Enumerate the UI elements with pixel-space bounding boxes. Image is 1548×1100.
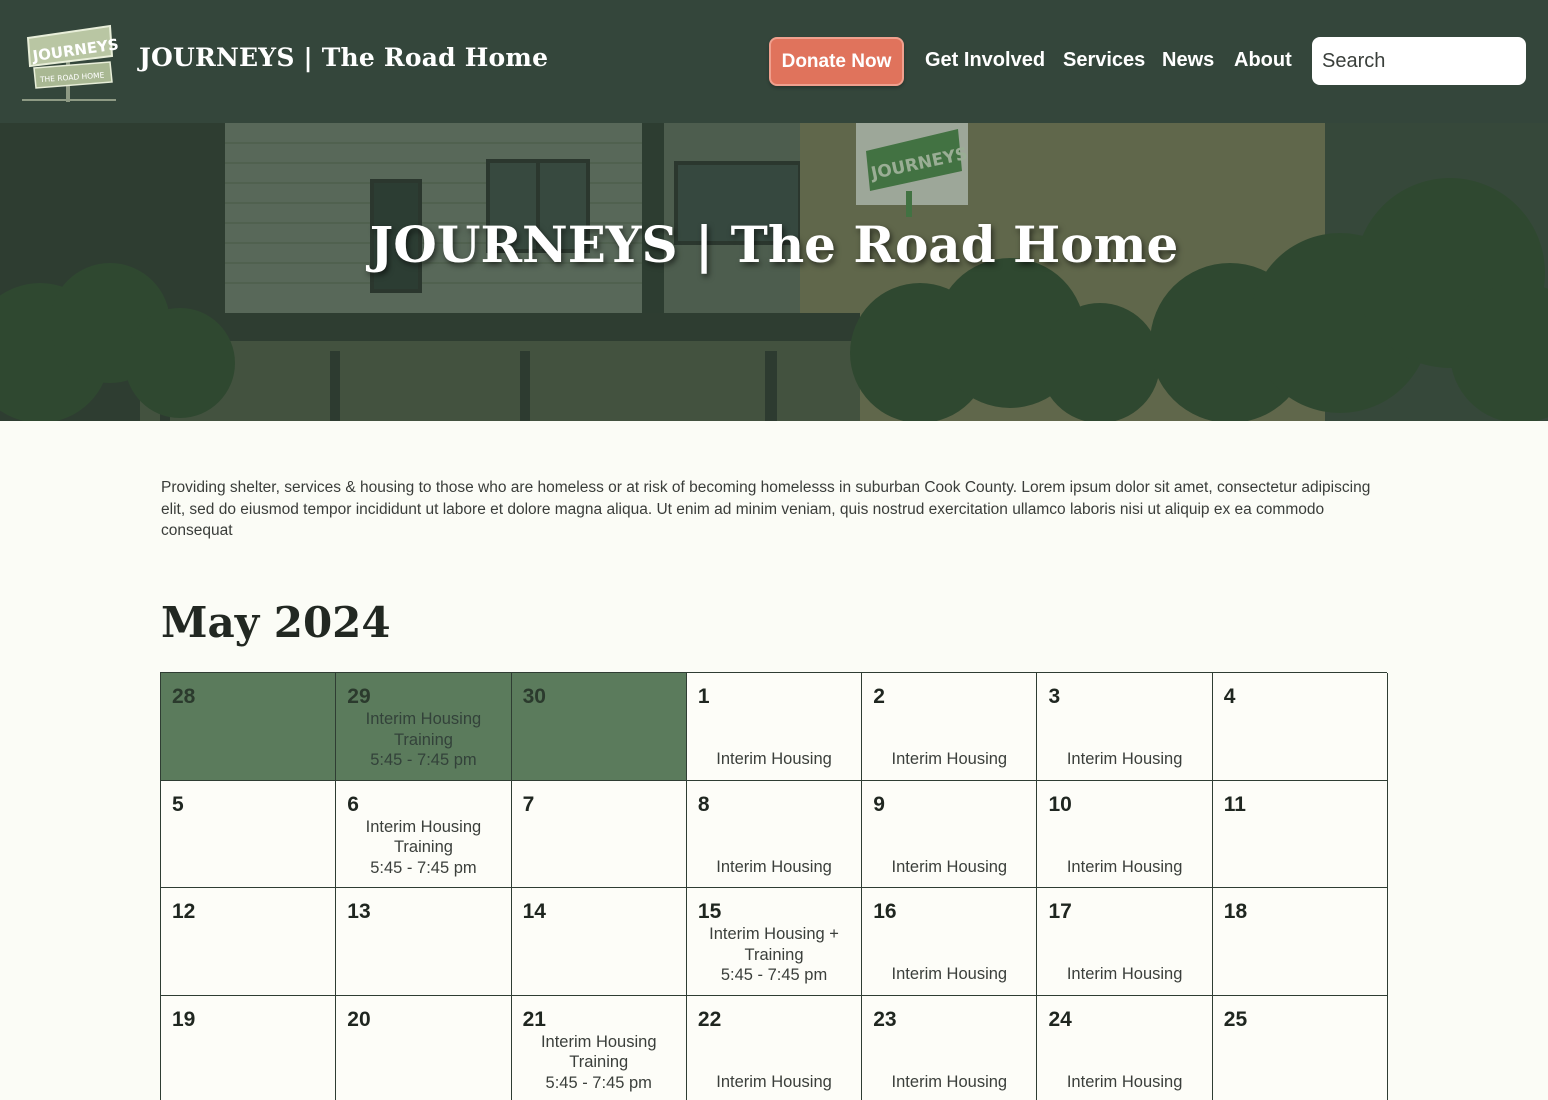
day-number: 22 xyxy=(697,1007,722,1031)
day-number: 28 xyxy=(172,685,196,708)
calendar-day-cell[interactable]: 28 xyxy=(161,673,337,781)
day-number: 17 xyxy=(1048,900,1072,923)
day-number: 8 xyxy=(697,792,710,816)
calendar-event[interactable]: Interim Housing xyxy=(1037,857,1211,878)
calendar-grid: 28 29 Interim Housing Training 5:45 - 7:45… xyxy=(160,672,1389,1100)
calendar-day-cell[interactable]: 7 xyxy=(511,780,687,888)
calendar-event[interactable]: Interim Housing Training 5:45 - 7:45 pm xyxy=(336,817,510,879)
calendar-day-cell[interactable]: 3 Interim Housing xyxy=(1037,673,1213,781)
hero-title: JOURNEYS | The Road Home xyxy=(369,215,1179,274)
nav-get-involved[interactable]: Get Involved xyxy=(925,49,1045,72)
calendar-event[interactable]: Interim Housing xyxy=(1037,749,1211,770)
calendar-event[interactable]: Interim Housing Training 5:45 - 7:45 pm xyxy=(512,1032,686,1094)
day-number: 9 xyxy=(873,792,885,816)
calendar-day-cell[interactable]: 12 xyxy=(161,888,337,996)
day-number: 7 xyxy=(522,792,535,816)
calendar-day-cell[interactable]: 11 xyxy=(1212,780,1389,888)
day-number: 3 xyxy=(1048,685,1061,708)
day-number: 25 xyxy=(1223,1007,1248,1031)
day-number: 1 xyxy=(697,685,710,708)
journeys-logo[interactable]: JOURNEYS THE ROAD HOME xyxy=(20,18,118,104)
calendar-day-cell[interactable]: 18 xyxy=(1212,888,1389,996)
day-number: 18 xyxy=(1223,900,1248,923)
calendar-day-cell[interactable]: 23 Interim Housing xyxy=(862,995,1038,1100)
day-number: 11 xyxy=(1223,792,1246,816)
day-number: 16 xyxy=(873,900,897,923)
calendar-day-cell[interactable]: 4 xyxy=(1212,673,1389,781)
calendar-event[interactable]: Interim Housing Training 5:45 - 7:45 pm xyxy=(336,709,510,771)
calendar-day-cell[interactable]: 5 xyxy=(161,780,337,888)
day-number: 6 xyxy=(347,792,359,816)
intro-text: Providing shelter, services & housing to… xyxy=(161,479,1371,539)
calendar-event[interactable]: Interim Housing xyxy=(687,857,861,878)
calendar-day-cell[interactable]: 17 Interim Housing xyxy=(1037,888,1213,996)
calendar-day-cell[interactable]: 19 xyxy=(161,995,337,1100)
donate-button[interactable]: Donate Now xyxy=(769,37,904,86)
calendar-day-cell[interactable]: 1 Interim Housing xyxy=(686,673,863,781)
day-number: 15 xyxy=(697,900,722,923)
calendar-event[interactable]: Interim Housing xyxy=(862,964,1036,985)
calendar-day-cell[interactable]: 20 xyxy=(336,995,512,1100)
calendar-month-title: May 2024 xyxy=(161,598,391,647)
day-number: 21 xyxy=(522,1007,546,1031)
calendar-day-cell[interactable]: 14 xyxy=(511,888,687,996)
calendar-day-cell[interactable]: 25 xyxy=(1212,995,1389,1100)
calendar-day-cell[interactable]: 10 Interim Housing xyxy=(1037,780,1213,888)
calendar-event[interactable]: Interim Housing xyxy=(687,749,861,770)
nav-about[interactable]: About xyxy=(1234,49,1292,72)
day-number: 20 xyxy=(347,1007,371,1031)
day-number: 2 xyxy=(873,685,885,708)
calendar-day-cell[interactable]: 6 Interim Housing Training 5:45 - 7:45 pm xyxy=(336,780,512,888)
calendar-day-cell[interactable]: 8 Interim Housing xyxy=(686,780,863,888)
search-input[interactable] xyxy=(1312,37,1526,85)
day-number: 13 xyxy=(347,900,371,923)
calendar-day-cell[interactable]: 21 Interim Housing Training 5:45 - 7:45 p… xyxy=(511,995,687,1100)
calendar-day-cell[interactable]: 29 Interim Housing Training 5:45 - 7:45 p… xyxy=(336,673,512,781)
calendar-event[interactable]: Interim Housing xyxy=(862,749,1036,770)
calendar-event[interactable]: Interim Housing xyxy=(687,1072,861,1093)
day-number: 10 xyxy=(1048,792,1072,816)
day-number: 12 xyxy=(172,900,196,923)
calendar-day-cell[interactable]: 22 Interim Housing xyxy=(686,995,863,1100)
nav-news[interactable]: News xyxy=(1162,49,1214,72)
calendar-event[interactable]: Interim Housing + Training 5:45 - 7:45 p… xyxy=(687,924,861,986)
calendar-event[interactable]: Interim Housing xyxy=(862,857,1036,878)
calendar-event[interactable]: Interim Housing xyxy=(1037,1072,1211,1093)
calendar-day-cell[interactable]: 16 Interim Housing xyxy=(862,888,1038,996)
site-header: JOURNEYS THE ROAD HOME JOURNEYS | The Ro… xyxy=(0,0,1548,123)
calendar-day-cell[interactable]: 30 xyxy=(511,673,687,781)
calendar-day-cell[interactable]: 2 Interim Housing xyxy=(862,673,1038,781)
hero-banner: JOURNEYS JOURNEYS | The Road Home xyxy=(0,123,1548,421)
calendar-day-cell[interactable]: 24 Interim Housing xyxy=(1037,995,1213,1100)
calendar-event[interactable]: Interim Housing xyxy=(862,1072,1036,1093)
day-number: 14 xyxy=(522,900,546,923)
day-number: 29 xyxy=(347,685,371,708)
calendar-day-cell[interactable]: 13 xyxy=(336,888,512,996)
day-number: 5 xyxy=(172,792,184,816)
nav-services[interactable]: Services xyxy=(1063,49,1145,72)
day-number: 4 xyxy=(1223,685,1236,708)
calendar-day-cell[interactable]: 9 Interim Housing xyxy=(862,780,1038,888)
day-number: 23 xyxy=(873,1007,897,1031)
calendar-event[interactable]: Interim Housing xyxy=(1037,964,1211,985)
day-number: 19 xyxy=(172,1007,196,1031)
site-title[interactable]: JOURNEYS | The Road Home xyxy=(139,43,548,72)
day-number: 24 xyxy=(1048,1007,1072,1031)
day-number: 30 xyxy=(522,685,546,708)
calendar-day-cell[interactable]: 15 Interim Housing + Training 5:45 - 7:45… xyxy=(686,888,863,996)
